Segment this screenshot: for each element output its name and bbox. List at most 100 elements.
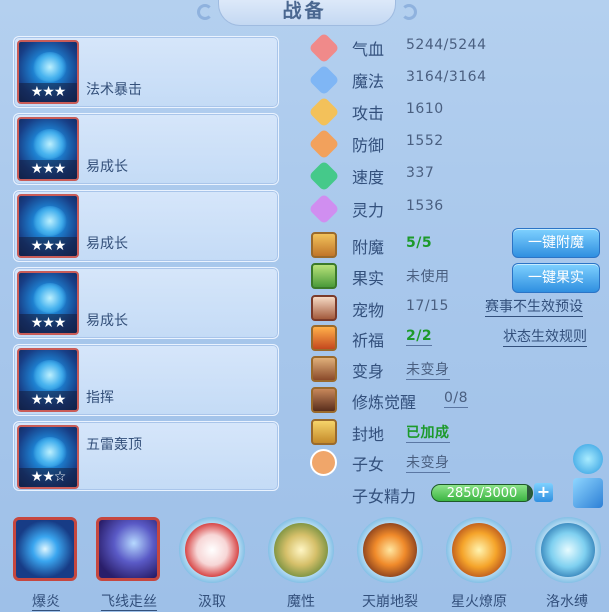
bottom-skill-label: 爆炎 bbox=[32, 594, 60, 611]
status-value[interactable]: 未变身 bbox=[406, 359, 450, 380]
pet-avatar-icon bbox=[311, 295, 337, 321]
bottom-skill-label: 魔性 bbox=[287, 594, 315, 610]
skill-slot-6[interactable]: ★★☆ 五雷轰顶 bbox=[13, 421, 279, 491]
stat-spirit: 灵力 1536 bbox=[308, 193, 608, 225]
skill-icon: ★★★ bbox=[17, 348, 79, 412]
stat-label: 速度 bbox=[352, 168, 385, 187]
skill-name: 易成长 bbox=[86, 236, 128, 252]
event-preset-link[interactable]: 赛事不生效预设 bbox=[485, 298, 583, 317]
status-fief: 封地 已加成 bbox=[308, 418, 608, 446]
skill-slot-1[interactable]: ★★★ 法术暴击 bbox=[13, 36, 279, 108]
skill-xinghuoliaoyuan-icon[interactable] bbox=[446, 517, 512, 583]
bottom-skill-label: 洛水缚 bbox=[546, 594, 588, 610]
shield-icon bbox=[308, 64, 340, 96]
stat-speed: 速度 337 bbox=[308, 160, 608, 192]
child-energy-value: 2850/3000 bbox=[446, 486, 518, 501]
status-label: 果实 bbox=[352, 269, 385, 288]
stat-value: 1610 bbox=[406, 101, 444, 117]
stat-label: 灵力 bbox=[352, 201, 385, 220]
cultivate-icon bbox=[311, 387, 337, 413]
status-value[interactable]: 未变身 bbox=[406, 452, 450, 473]
heart-icon bbox=[308, 32, 340, 64]
status-label: 子女 bbox=[352, 455, 385, 474]
enchant-icon bbox=[311, 232, 337, 258]
stat-value: 5244/5244 bbox=[406, 37, 487, 53]
status-label: 修炼觉醒 bbox=[352, 393, 417, 412]
sword-icon bbox=[308, 96, 340, 128]
skill-luoshuifu-icon[interactable] bbox=[535, 517, 601, 583]
skill-stars: ★★★ bbox=[19, 237, 77, 256]
stat-label: 防御 bbox=[352, 136, 385, 155]
skill-slot-5[interactable]: ★★★ 指挥 bbox=[13, 344, 279, 416]
status-value: 17/15 bbox=[406, 298, 449, 314]
skill-name: 指挥 bbox=[86, 390, 114, 406]
refresh-icon[interactable] bbox=[573, 444, 603, 474]
bottom-skill-label: 天崩地裂 bbox=[362, 594, 418, 610]
skill-name: 易成长 bbox=[86, 313, 128, 329]
skill-stars: ★★★ bbox=[19, 314, 77, 333]
state-rules-link[interactable]: 状态生效规则 bbox=[503, 328, 587, 347]
status-transform: 变身 未变身 bbox=[308, 355, 608, 383]
skill-stars: ★★☆ bbox=[19, 468, 77, 487]
share-icon[interactable] bbox=[573, 478, 603, 508]
skill-slot-4[interactable]: ★★★ 易成长 bbox=[13, 267, 279, 339]
status-label: 宠物 bbox=[352, 301, 385, 320]
child-energy-bar: 2850/3000 bbox=[431, 484, 533, 502]
stat-mp: 魔法 3164/3164 bbox=[308, 64, 608, 96]
status-value[interactable]: 0/8 bbox=[444, 390, 469, 408]
status-child: 子女 未变身 bbox=[308, 448, 608, 476]
skill-icon: ★★☆ bbox=[17, 425, 79, 489]
transform-icon bbox=[311, 356, 337, 382]
armor-icon bbox=[308, 128, 340, 160]
bottom-skill-label: 星火燎原 bbox=[451, 594, 507, 610]
skill-moxing-icon[interactable] bbox=[268, 517, 334, 583]
fruit-icon bbox=[311, 263, 337, 289]
skill-icon: ★★★ bbox=[17, 117, 79, 181]
skill-slot-2[interactable]: ★★★ 易成长 bbox=[13, 113, 279, 185]
stat-label: 气血 bbox=[352, 40, 385, 59]
skill-feixianzousi-icon[interactable] bbox=[96, 517, 160, 581]
skill-icon: ★★★ bbox=[17, 271, 79, 335]
stat-value: 337 bbox=[406, 165, 435, 181]
title-bar: 战备 bbox=[0, 0, 609, 30]
skill-baoyan-icon[interactable] bbox=[13, 517, 77, 581]
child-icon bbox=[310, 449, 337, 476]
fief-icon bbox=[311, 419, 337, 445]
skill-icon: ★★★ bbox=[17, 40, 79, 104]
spirit-icon bbox=[308, 193, 340, 225]
status-value[interactable]: 已加成 bbox=[406, 422, 450, 443]
stat-value: 3164/3164 bbox=[406, 69, 487, 85]
stat-attack: 攻击 1610 bbox=[308, 96, 608, 128]
status-label: 变身 bbox=[352, 362, 385, 381]
pray-icon bbox=[311, 325, 337, 351]
status-label: 子女精力 bbox=[352, 487, 417, 506]
skill-jiqu-icon[interactable] bbox=[179, 517, 245, 583]
page-title: 战备 bbox=[282, 0, 327, 22]
status-value: 2/2 bbox=[406, 328, 433, 346]
status-label: 附魔 bbox=[352, 238, 385, 257]
stat-hp: 气血 5244/5244 bbox=[308, 32, 608, 64]
status-value: 5/5 bbox=[406, 235, 433, 251]
add-energy-button[interactable]: + bbox=[534, 483, 553, 502]
status-cultivate: 修炼觉醒 0/8 bbox=[308, 386, 608, 414]
skill-name: 法术暴击 bbox=[86, 82, 142, 98]
skill-icon: ★★★ bbox=[17, 194, 79, 258]
status-value: 未使用 bbox=[406, 269, 450, 285]
one-click-enchant-button[interactable]: 一键附魔 bbox=[512, 228, 600, 258]
skill-name: 易成长 bbox=[86, 159, 128, 175]
lightning-icon bbox=[308, 160, 340, 192]
skill-stars: ★★★ bbox=[19, 391, 77, 410]
bottom-skill-label: 飞线走丝 bbox=[101, 594, 157, 611]
stat-label: 攻击 bbox=[352, 104, 385, 123]
stat-label: 魔法 bbox=[352, 72, 385, 91]
skill-tianbengdilie-icon[interactable] bbox=[357, 517, 423, 583]
bottom-skill-label: 汲取 bbox=[198, 594, 226, 610]
stat-defense: 防御 1552 bbox=[308, 128, 608, 160]
one-click-fruit-button[interactable]: 一键果实 bbox=[512, 263, 600, 293]
skill-slot-3[interactable]: ★★★ 易成长 bbox=[13, 190, 279, 262]
skill-stars: ★★★ bbox=[19, 83, 77, 102]
status-label: 封地 bbox=[352, 425, 385, 444]
stat-value: 1536 bbox=[406, 198, 444, 214]
status-label: 祈福 bbox=[352, 331, 385, 350]
skill-name: 五雷轰顶 bbox=[86, 437, 142, 453]
